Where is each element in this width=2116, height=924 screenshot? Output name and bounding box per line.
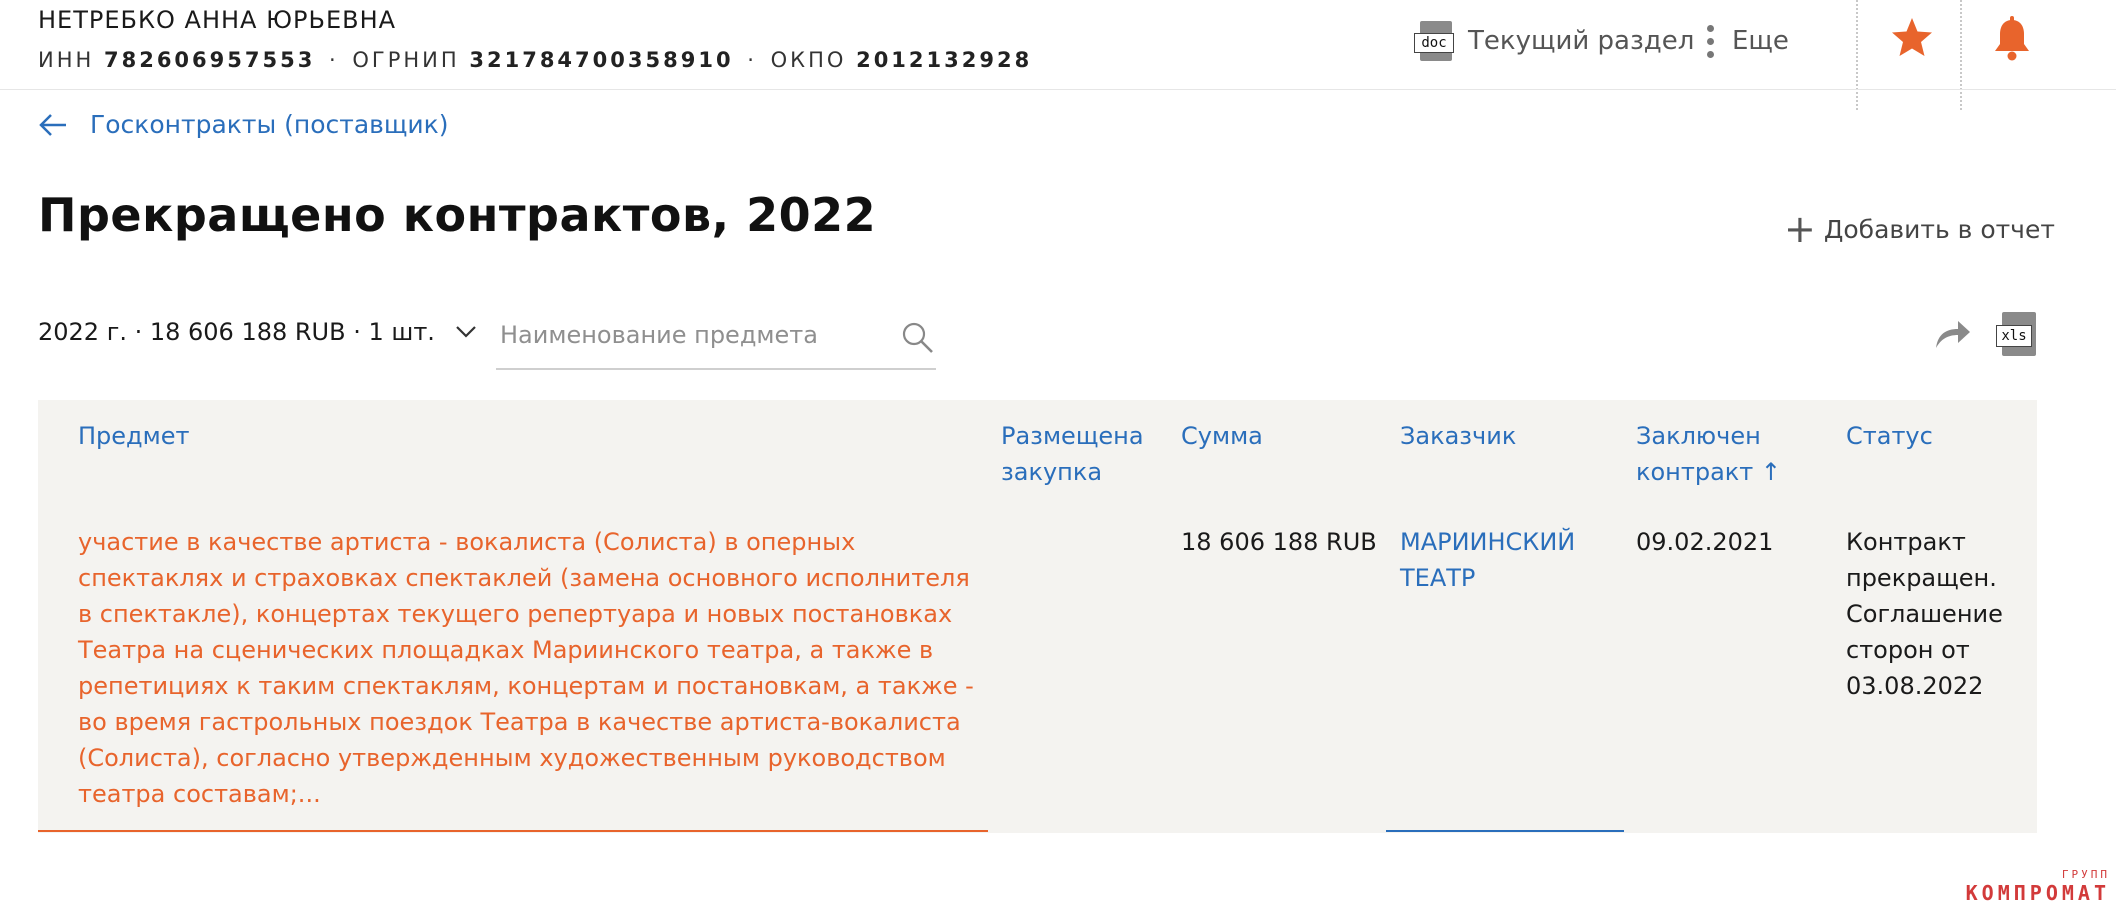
bell-icon[interactable] <box>1990 14 2034 64</box>
more-button[interactable]: Еще <box>1706 20 1789 62</box>
column-header-customer[interactable]: Заказчик <box>1400 418 1620 454</box>
current-section-label: Текущий раздел <box>1468 26 1695 56</box>
back-link-label: Госконтракты (поставщик) <box>90 110 449 139</box>
chevron-down-icon <box>456 326 476 338</box>
column-header-status[interactable]: Статус <box>1846 418 2026 454</box>
row-status: Контракт прекращен. Соглашение сторон от… <box>1846 528 2003 700</box>
period-filter-dropdown[interactable]: 2022 г. · 18 606 188 RUB · 1 шт. <box>38 318 477 346</box>
ogrnip-value: 321784700358910 <box>469 48 734 72</box>
separator: · <box>747 48 757 72</box>
company-name: НЕТРЕБКО АННА ЮРЬЕВНА <box>38 6 397 34</box>
inn-label: ИНН <box>38 48 95 72</box>
okpo-value: 2012132928 <box>856 48 1033 72</box>
arrow-left-icon <box>39 113 66 136</box>
page-title: Прекращено контрактов, 2022 <box>38 188 877 242</box>
column-header-concluded-line2: контракт ↑ <box>1636 458 1782 486</box>
star-icon[interactable] <box>1888 12 1936 64</box>
share-icon[interactable] <box>1932 316 1972 352</box>
more-vertical-icon <box>1706 24 1714 58</box>
column-header-subject[interactable]: Предмет <box>78 418 978 454</box>
search-input[interactable] <box>496 306 880 364</box>
search-icon[interactable] <box>900 320 936 356</box>
separator: · <box>329 48 339 72</box>
plus-icon: + <box>1784 207 1816 251</box>
row-sum: 18 606 188 RUB <box>1181 528 1377 556</box>
column-header-concluded[interactable]: Заключен контракт ↑ <box>1636 418 1816 490</box>
okpo-label: ОКПО <box>770 48 847 72</box>
column-header-concluded-line1: Заключен <box>1636 422 1761 450</box>
watermark-big: КОМПРОМАТ <box>1965 881 2110 905</box>
ogrnip-label: ОГРНИП <box>352 48 460 72</box>
divider <box>1856 0 1858 110</box>
header-divider <box>0 89 2116 90</box>
filter-summary: 2022 г. · 18 606 188 RUB · 1 шт. <box>38 318 435 346</box>
contracts-table: Предмет Размещена закупка Сумма Заказчик… <box>38 400 2037 833</box>
doc-icon: doc <box>1414 21 1456 61</box>
watermark-logo: ГРУПП КОМПРОМАТ <box>1966 868 2110 905</box>
row-subject-underline <box>38 830 988 832</box>
more-label: Еще <box>1732 26 1789 56</box>
column-header-placed-line1: Размещена <box>1001 422 1144 450</box>
add-to-report-button[interactable]: + Добавить в отчет <box>1784 210 2055 248</box>
column-header-sum[interactable]: Сумма <box>1181 418 1381 454</box>
inn-value: 782606957553 <box>103 48 316 72</box>
divider <box>1960 0 1962 110</box>
row-customer-underline <box>1386 830 1624 832</box>
back-link[interactable]: Госконтракты (поставщик) <box>38 110 449 139</box>
watermark-small: ГРУПП <box>2061 868 2110 881</box>
row-customer-link[interactable]: МАРИИНСКИЙ ТЕАТР <box>1400 524 1620 596</box>
column-header-placed-line2: закупка <box>1001 458 1103 486</box>
column-header-placed[interactable]: Размещена закупка <box>1001 418 1161 490</box>
export-xls-button[interactable]: xls <box>1996 312 2038 356</box>
row-subject-link[interactable]: участие в качестве артиста - вокалиста (… <box>78 524 978 812</box>
current-section-button[interactable]: doc Текущий раздел <box>1414 20 1694 62</box>
row-concluded-date: 09.02.2021 <box>1636 528 1774 556</box>
add-to-report-label: Добавить в отчет <box>1823 214 2055 244</box>
company-identifiers: ИНН 782606957553 · ОГРНИП 32178470035891… <box>38 48 1032 72</box>
subject-search <box>496 306 936 370</box>
